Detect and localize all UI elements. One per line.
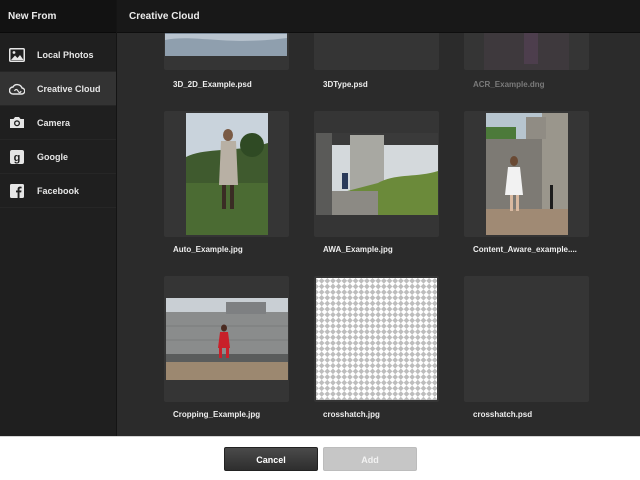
file-name: AWA_Example.jpg [323,245,393,254]
sidebar-item-creative-cloud[interactable]: Creative Cloud [0,72,116,106]
camera-icon [9,115,25,131]
file-name: crosshatch.psd [473,410,533,419]
sidebar: New From Local Photos Creative Cloud Cam… [0,0,117,436]
thumbnail-image [486,113,568,235]
sidebar-item-google[interactable]: g Google [0,140,116,174]
photos-icon [9,47,25,63]
cancel-button[interactable]: Cancel [224,447,318,471]
file-tile[interactable] [314,276,439,402]
file-grid[interactable]: 3D_2D_Example.psd 3DType.psd ACR_Example… [117,0,640,436]
action-bar: Cancel Add [0,436,640,480]
thumbnail-image [316,278,437,400]
file-tile[interactable] [164,111,289,237]
add-button[interactable]: Add [323,447,417,471]
thumbnail-image [316,133,438,215]
file-name: 3D_2D_Example.psd [173,80,252,89]
sidebar-item-label: Facebook [37,185,80,196]
file-name: ACR_Example.dng [473,80,545,89]
thumbnail-image [166,298,288,380]
file-tile[interactable] [464,111,589,237]
sidebar-item-facebook[interactable]: Facebook [0,174,116,208]
sidebar-item-label: Camera [37,117,71,128]
svg-text:g: g [14,152,21,164]
creative-cloud-icon [9,81,25,97]
file-tile[interactable] [314,111,439,237]
sidebar-item-label: Local Photos [37,49,94,60]
file-name: Auto_Example.jpg [173,245,243,254]
file-tile[interactable] [164,276,289,402]
google-icon: g [9,149,25,165]
sidebar-item-label: Creative Cloud [37,83,101,94]
sidebar-item-label: Google [37,151,68,162]
facebook-icon [9,183,25,199]
file-name: Cropping_Example.jpg [173,410,261,419]
file-name: Content_Aware_example.... [473,245,577,254]
file-tile[interactable] [464,276,589,402]
file-name: crosshatch.jpg [323,410,380,419]
thumbnail-image [186,113,268,235]
sidebar-title: New From [0,0,116,33]
file-browser[interactable]: Creative Cloud 3D_2D_Example.psd 3DType.… [117,0,640,436]
source-list: Local Photos Creative Cloud Camera g Goo… [0,38,116,208]
sidebar-item-camera[interactable]: Camera [0,106,116,140]
file-name: 3DType.psd [323,80,368,89]
page-title: Creative Cloud [117,0,640,33]
sidebar-item-local-photos[interactable]: Local Photos [0,38,116,72]
